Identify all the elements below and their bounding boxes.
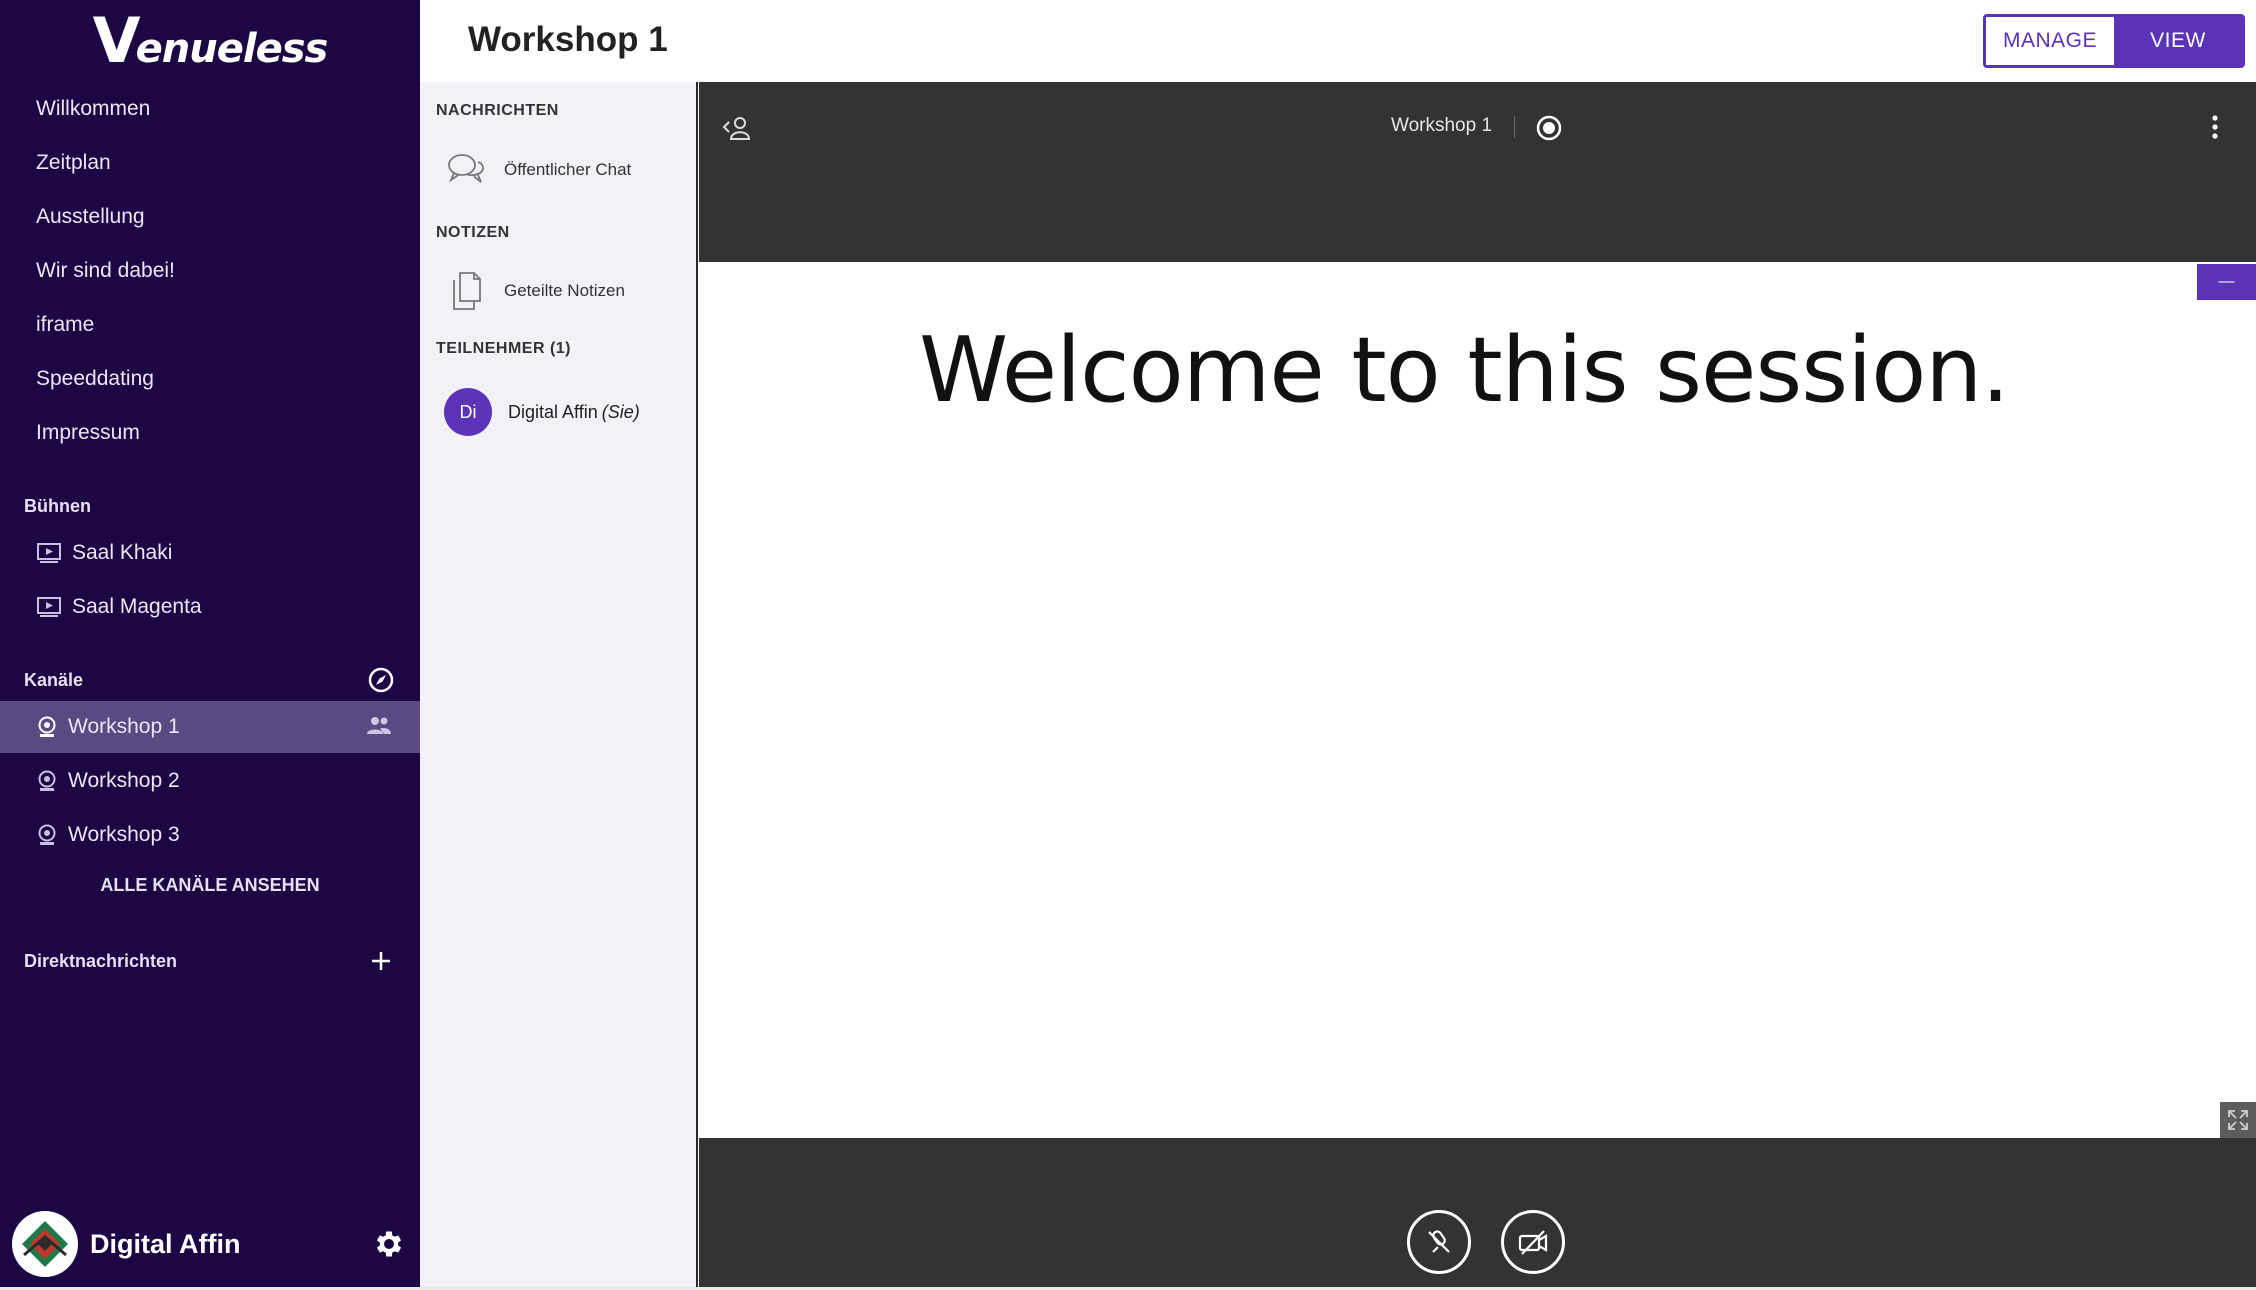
view-button[interactable]: VIEW	[2114, 17, 2242, 65]
sidebar: Venueless Willkommen Zeitplan Ausstellun…	[0, 0, 420, 1290]
nav-item-zeitplan[interactable]: Zeitplan	[36, 151, 111, 175]
stages-heading: Bühnen	[24, 496, 91, 516]
stage-room-name: Workshop 1	[1391, 115, 1493, 136]
avatar[interactable]	[12, 1211, 78, 1277]
webcam-icon	[38, 770, 56, 791]
stage-item-saal-magenta[interactable]: Saal Magenta	[0, 581, 420, 633]
record-icon[interactable]	[1535, 114, 1563, 147]
webcam-icon	[38, 716, 56, 737]
webcam-icon	[38, 824, 56, 845]
presentation-slide: Welcome to this session.	[699, 262, 2256, 1138]
page-title: Workshop 1	[468, 20, 668, 59]
stage-screen-icon	[37, 597, 61, 617]
settings-gear-icon[interactable]	[372, 1227, 406, 1266]
camera-off-icon	[1518, 1230, 1548, 1255]
channel-item-workshop-3[interactable]: Workshop 3	[0, 809, 420, 861]
all-channels-link[interactable]: ALLE KANÄLE ANSEHEN	[0, 875, 420, 896]
video-stage: Workshop 1 Welcome to this session. —	[699, 82, 2256, 1290]
user-profile-bar[interactable]: Digital Affin	[0, 1205, 420, 1285]
fullscreen-icon[interactable]	[2220, 1102, 2256, 1138]
user-name: Digital Affin	[90, 1229, 241, 1259]
manage-button[interactable]: MANAGE	[1986, 17, 2114, 65]
notes-heading: NOTIZEN	[436, 224, 510, 241]
slide-text: Welcome to this session.	[919, 318, 2010, 423]
nav-item-iframe[interactable]: iframe	[36, 313, 94, 337]
leave-room-user-icon[interactable]	[721, 114, 753, 147]
channels-heading: Kanäle	[24, 670, 84, 690]
add-direct-message-plus-icon[interactable]	[365, 945, 397, 977]
nav-item-impressum[interactable]: Impressum	[36, 421, 140, 445]
public-chat-item[interactable]: Öffentlicher Chat	[446, 150, 631, 190]
user-logo-icon	[22, 1221, 68, 1267]
people-icon[interactable]	[366, 714, 402, 744]
venueless-logo[interactable]: Venueless	[0, 4, 420, 77]
channel-item-workshop-1[interactable]: Workshop 1	[0, 701, 420, 753]
participant-you-label: (Sie)	[601, 401, 640, 422]
messages-heading: NACHRICHTEN	[436, 102, 559, 119]
direct-messages-heading: Direktnachrichten	[24, 951, 178, 971]
documents-icon	[446, 270, 486, 312]
room-side-panel: NACHRICHTEN Öffentlicher Chat NOTIZEN Ge…	[420, 82, 698, 1290]
participant-item[interactable]: Di Digital Affin (Sie)	[444, 388, 640, 436]
nav-item-ausstellung[interactable]: Ausstellung	[36, 205, 145, 229]
minimize-presentation-button[interactable]: —	[2197, 264, 2256, 300]
microphone-muted-button[interactable]	[1407, 1210, 1471, 1274]
nav-item-willkommen[interactable]: Willkommen	[36, 97, 150, 121]
room-header: Workshop 1 MANAGE VIEW	[420, 0, 2256, 82]
nav-item-speeddating[interactable]: Speeddating	[36, 367, 154, 391]
participant-avatar: Di	[444, 388, 492, 436]
channel-item-workshop-2[interactable]: Workshop 2	[0, 755, 420, 807]
mode-switch: MANAGE VIEW	[1983, 14, 2245, 68]
stage-item-saal-khaki[interactable]: Saal Khaki	[0, 527, 420, 579]
microphone-muted-icon	[1428, 1230, 1450, 1253]
nav-item-wir-sind-dabei[interactable]: Wir sind dabei!	[36, 259, 175, 283]
stage-separator	[1514, 116, 1515, 138]
camera-off-button[interactable]	[1501, 1210, 1565, 1274]
chat-bubbles-icon	[446, 150, 486, 190]
participant-name: Digital Affin	[508, 401, 598, 422]
more-options-icon[interactable]	[2209, 112, 2221, 147]
shared-notes-item[interactable]: Geteilte Notizen	[446, 270, 625, 312]
stage-screen-icon	[37, 543, 61, 563]
browse-channels-compass-icon[interactable]	[365, 664, 397, 696]
participants-heading: TEILNEHMER (1)	[436, 340, 571, 357]
